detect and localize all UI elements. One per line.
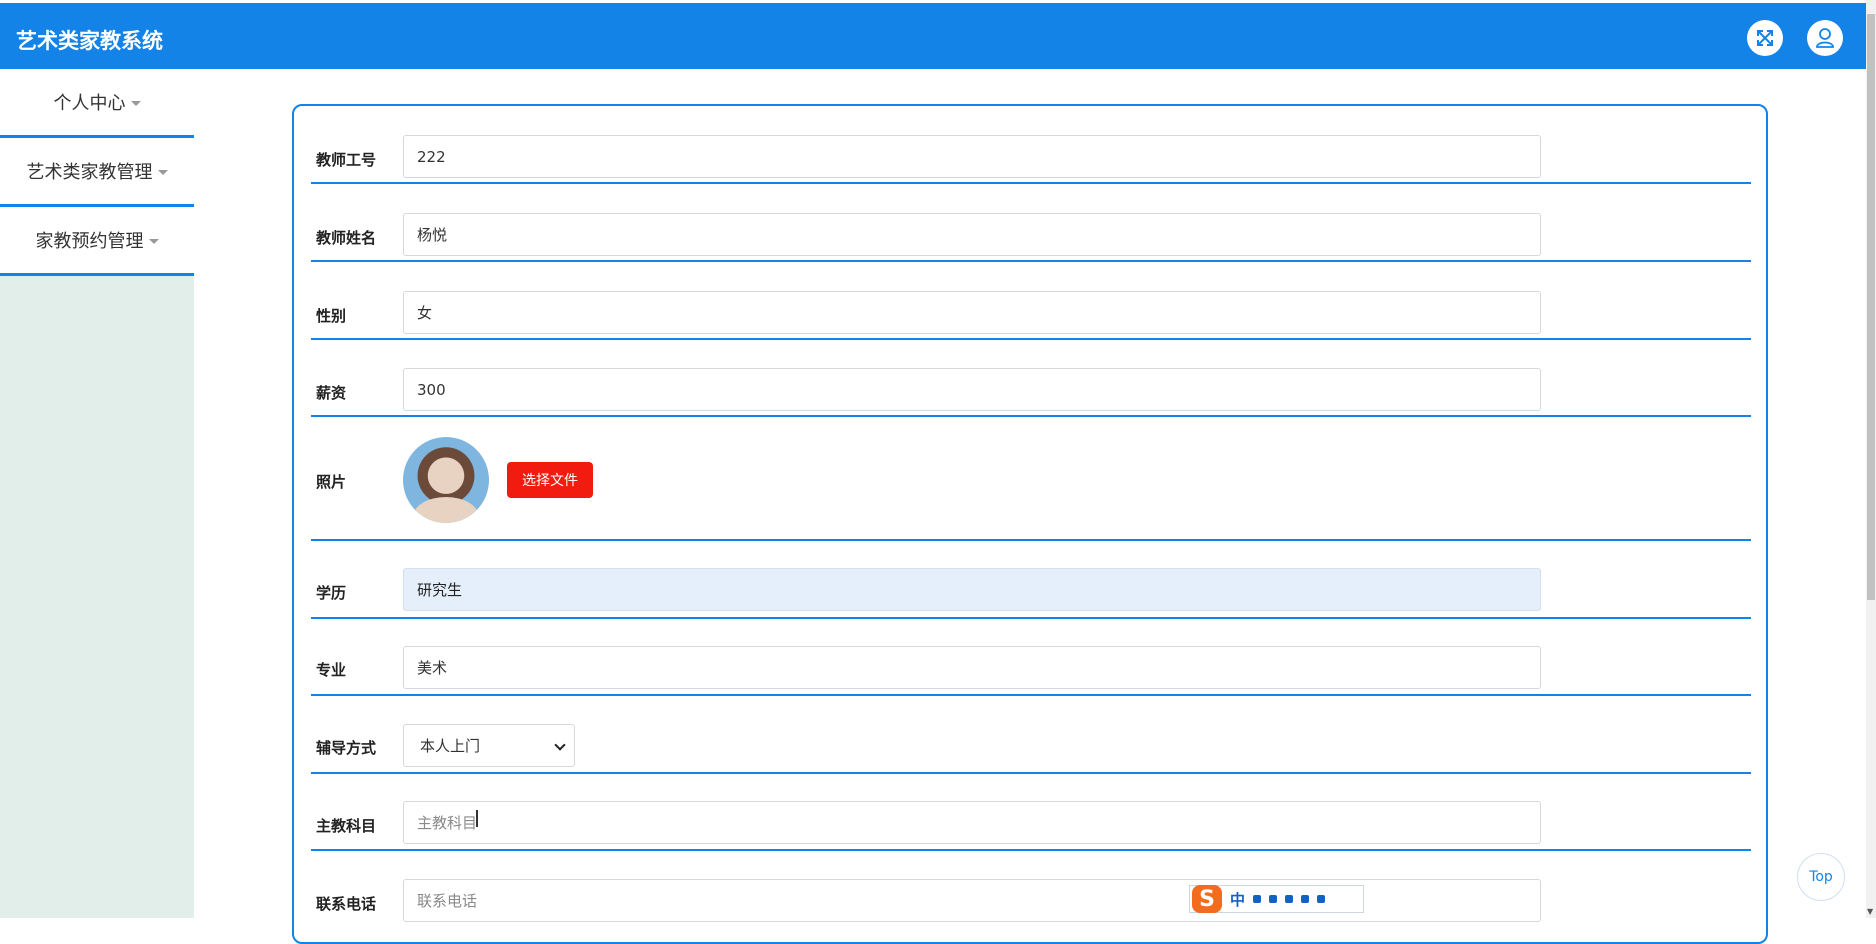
sidebar-item-personal-center[interactable]: 个人中心 bbox=[0, 69, 194, 138]
chevron-down-icon bbox=[157, 169, 168, 175]
gender-row: 性别 女 bbox=[311, 291, 1751, 340]
phone-label: 联系电话 bbox=[316, 895, 377, 913]
tutoring-mode-row: 辅导方式 本人上门 bbox=[311, 724, 1751, 774]
page-scrollbar[interactable]: ▼ bbox=[1866, 0, 1876, 918]
teacher-photo bbox=[403, 437, 489, 523]
sidebar-item-label: 家教预约管理 bbox=[35, 231, 144, 252]
ime-toolbar[interactable]: S 中 bbox=[1189, 885, 1364, 913]
row-divider bbox=[311, 338, 1751, 340]
teacher-name-input[interactable]: 杨悦 bbox=[403, 213, 1541, 256]
sidebar-item-art-tutor-management[interactable]: 艺术类家教管理 bbox=[0, 138, 194, 207]
salary-label: 薪资 bbox=[316, 384, 347, 402]
row-divider bbox=[311, 260, 1751, 262]
row-divider bbox=[311, 772, 1751, 774]
ime-punctuation-icon[interactable] bbox=[1253, 895, 1262, 903]
education-input[interactable]: 研究生 bbox=[403, 568, 1541, 611]
microphone-icon[interactable] bbox=[1269, 895, 1278, 903]
tutoring-mode-select[interactable]: 本人上门 bbox=[403, 724, 575, 767]
photo-portrait-shoulders bbox=[413, 497, 479, 523]
phone-row: 联系电话 联系电话 bbox=[311, 879, 1751, 929]
teacher-id-input[interactable]: 222 bbox=[403, 135, 1541, 178]
fullscreen-icon[interactable] bbox=[1747, 20, 1783, 56]
teacher-id-label: 教师工号 bbox=[316, 151, 377, 169]
phone-input[interactable]: 联系电话 bbox=[403, 879, 1541, 922]
toolbox-icon[interactable] bbox=[1317, 895, 1326, 903]
keyboard-icon[interactable] bbox=[1285, 895, 1294, 903]
row-divider bbox=[311, 849, 1751, 851]
user-icon[interactable] bbox=[1807, 20, 1843, 56]
tutoring-mode-selected: 本人上门 bbox=[420, 737, 481, 755]
photo-row: 照片 选择文件 bbox=[311, 417, 1751, 541]
chevron-down-icon bbox=[554, 739, 566, 751]
photo-label: 照片 bbox=[316, 473, 347, 491]
text-cursor-icon bbox=[476, 810, 478, 827]
top-navigation-bar: 艺术类家教系统 bbox=[0, 3, 1866, 69]
teacher-id-row: 教师工号 222 bbox=[311, 135, 1751, 184]
main-subject-row: 主教科目 主教科目 bbox=[311, 801, 1751, 851]
sogou-ime-logo[interactable]: S bbox=[1192, 885, 1222, 913]
main-subject-label: 主教科目 bbox=[316, 817, 377, 835]
gender-label: 性别 bbox=[316, 307, 347, 325]
sidebar-item-label: 艺术类家教管理 bbox=[26, 162, 153, 183]
scroll-down-icon[interactable]: ▼ bbox=[1867, 907, 1873, 916]
tutoring-mode-label: 辅导方式 bbox=[316, 739, 377, 757]
chevron-down-icon bbox=[130, 100, 141, 106]
salary-row: 薪资 300 bbox=[311, 368, 1751, 417]
teacher-name-row: 教师姓名 杨悦 bbox=[311, 213, 1751, 262]
sidebar-menu: 个人中心 艺术类家教管理 家教预约管理 bbox=[0, 69, 194, 918]
main-subject-input[interactable]: 主教科目 bbox=[403, 801, 1541, 844]
chevron-down-icon bbox=[148, 238, 159, 244]
education-row: 学历 研究生 bbox=[311, 568, 1751, 619]
major-input[interactable]: 美术 bbox=[403, 646, 1541, 689]
gender-input[interactable]: 女 bbox=[403, 291, 1541, 334]
row-divider bbox=[311, 617, 1751, 619]
ime-chinese-mode[interactable]: 中 bbox=[1230, 889, 1245, 910]
scroll-thumb[interactable] bbox=[1867, 14, 1875, 600]
back-to-top-button[interactable]: Top bbox=[1797, 853, 1845, 901]
row-divider bbox=[311, 694, 1751, 696]
major-row: 专业 美术 bbox=[311, 646, 1751, 696]
teacher-name-label: 教师姓名 bbox=[316, 229, 377, 247]
teacher-form-card: 教师工号 222 教师姓名 杨悦 性别 女 薪资 300 照片 选择文件 学历 … bbox=[292, 104, 1768, 944]
major-label: 专业 bbox=[316, 661, 347, 679]
app-title: 艺术类家教系统 bbox=[16, 29, 163, 53]
row-divider bbox=[311, 539, 1751, 541]
row-divider bbox=[311, 182, 1751, 184]
sidebar-item-booking-management[interactable]: 家教预约管理 bbox=[0, 207, 194, 276]
choose-file-button[interactable]: 选择文件 bbox=[507, 462, 593, 498]
education-label: 学历 bbox=[316, 584, 347, 602]
salary-input[interactable]: 300 bbox=[403, 368, 1541, 411]
skin-icon[interactable] bbox=[1301, 895, 1310, 903]
sidebar-item-label: 个人中心 bbox=[53, 93, 126, 114]
